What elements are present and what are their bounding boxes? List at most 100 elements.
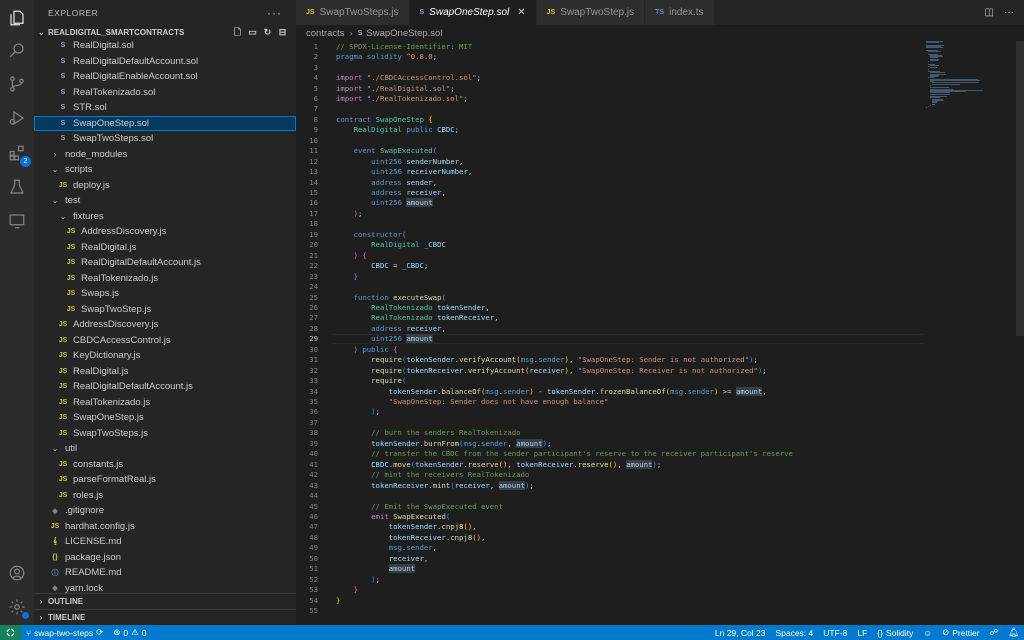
collapse-all-icon[interactable]: ⊟: [277, 27, 288, 38]
solidity-file-icon: S: [60, 42, 66, 50]
tree-file[interactable]: JS RealTokenizado.js: [34, 271, 296, 287]
breadcrumb-file[interactable]: SwapOneStep.sol: [366, 28, 442, 39]
tree-file[interactable]: JS RealDigitalDefaultAccount.js: [34, 255, 296, 271]
tree-file[interactable]: JS RealDigital.js: [34, 240, 296, 256]
tree-file[interactable]: {} package.json: [34, 550, 296, 566]
tree-file[interactable]: 𝄞 LICENSE.md: [34, 534, 296, 550]
code-line: 15 address receiver,: [296, 187, 446, 197]
braces-icon: {}: [877, 627, 883, 638]
problems-indicator[interactable]: ⊗ 0 ⚠ 0: [108, 627, 151, 638]
more-actions-icon[interactable]: ···: [1004, 7, 1014, 18]
tree-file[interactable]: JS SwapTwoStep.js: [34, 302, 296, 318]
tree-file[interactable]: JS SwapOneStep.js: [34, 410, 296, 426]
file-tree: S RealDigital.sol S RealDigitalDefaultAccou…: [34, 38, 296, 596]
editor-scrollbar[interactable]: [1016, 41, 1024, 336]
timeline-section[interactable]: › TIMELINE: [34, 609, 296, 624]
tab-swaptwostep-js[interactable]: JS SwapTwoStep.js: [536, 0, 646, 25]
tree-file[interactable]: S STR.sol: [34, 100, 296, 116]
encoding[interactable]: UTF-8: [818, 628, 852, 638]
language-mode[interactable]: {} Solidity: [872, 628, 918, 638]
line-number: 55: [309, 606, 318, 616]
code-line: 42 // mint the receivers RealTokenizado: [296, 469, 529, 479]
tab-index-ts[interactable]: TS index.ts: [645, 0, 715, 25]
tree-file[interactable]: S RealTokenizado.sol: [34, 85, 296, 101]
tree-file[interactable]: JS constants.js: [34, 457, 296, 473]
account-icon[interactable]: [7, 563, 27, 583]
close-icon[interactable]: ✕: [517, 7, 525, 18]
tree-file[interactable]: S SwapOneStep.sol: [34, 115, 296, 131]
code-line: 17 );: [296, 208, 362, 218]
remote-indicator[interactable]: [0, 625, 21, 640]
solidity-file-icon: S: [60, 88, 66, 96]
code-line: 53 }: [296, 584, 358, 594]
tree-item-label: package.json: [65, 551, 121, 563]
code-line: 7: [296, 104, 318, 114]
tree-file[interactable]: JS KeyDictionary.js: [34, 348, 296, 364]
line-number: 4: [313, 73, 318, 83]
notifications-bell-icon[interactable]: 🔔︎: [1003, 627, 1024, 638]
search-icon[interactable]: [7, 40, 27, 60]
branch-indicator[interactable]: ⑂ swap-two-steps ⟳: [21, 627, 108, 638]
tab-swaptwosteps-js[interactable]: JS SwapTwoSteps.js: [296, 0, 410, 25]
solidity-file-icon: S: [60, 104, 66, 112]
tree-file[interactable]: JS Swaps.js: [34, 286, 296, 302]
code-text: contract SwapOneStep {: [336, 114, 433, 124]
tree-file[interactable]: JS deploy.js: [34, 178, 296, 194]
tree-file[interactable]: JS AddressDiscovery.js: [34, 224, 296, 240]
copilot-icon[interactable]: ☺: [918, 628, 937, 638]
formatter[interactable]: ⊘ Prettier: [937, 627, 985, 638]
outline-section[interactable]: › OUTLINE: [34, 593, 296, 608]
minimap[interactable]: [926, 41, 1016, 111]
end-of-line[interactable]: LF: [852, 628, 872, 638]
run-debug-icon[interactable]: [7, 108, 27, 128]
tree-folder[interactable]: ⌄ util: [34, 441, 296, 457]
code-text: address receiver,: [371, 323, 446, 333]
tree-file[interactable]: JS hardhat.config.js: [34, 519, 296, 535]
testing-icon[interactable]: [7, 177, 27, 197]
tree-file[interactable]: S RealDigital.sol: [34, 38, 296, 54]
new-file-icon[interactable]: 🗋: [232, 27, 243, 38]
tree-file[interactable]: ⓘ README.md: [34, 565, 296, 581]
tab-swaponestep-sol[interactable]: S SwapOneStep.sol ✕: [409, 0, 537, 25]
refresh-icon[interactable]: ↻: [262, 27, 273, 38]
tree-file[interactable]: JS CBDCAccessControl.js: [34, 333, 296, 349]
tree-file[interactable]: JS parseFormatReal.js: [34, 472, 296, 488]
tree-item-label: util: [65, 443, 78, 455]
explorer-icon[interactable]: [7, 8, 27, 28]
js-file-icon: JS: [58, 367, 68, 375]
code-line: 2 pragma solidity ^0.8.0;: [296, 51, 438, 61]
breadcrumb-folder[interactable]: contracts: [306, 28, 345, 39]
tree-item-label: SwapOneStep.sol: [73, 117, 150, 129]
tree-folder[interactable]: ⌄ fixtures: [34, 209, 296, 225]
tree-file[interactable]: JS RealDigitalDefaultAccount.js: [34, 379, 296, 395]
code-text: constructor(: [353, 229, 407, 239]
source-control-icon[interactable]: [7, 74, 27, 94]
tree-folder[interactable]: › node_modules: [34, 147, 296, 163]
tree-file[interactable]: S RealDigitalEnableAccount.sol: [34, 69, 296, 85]
remote-explorer-icon[interactable]: [7, 211, 27, 231]
tree-file[interactable]: S SwapTwoSteps.sol: [34, 131, 296, 147]
split-editor-icon[interactable]: ◫: [985, 7, 994, 18]
indentation[interactable]: Spaces: 4: [770, 628, 818, 638]
tree-file[interactable]: JS RealTokenizado.js: [34, 395, 296, 411]
code-line: 34 tokenSender.balanceOf(msg.sender) - t…: [296, 386, 767, 396]
minimap-line: [930, 84, 932, 86]
branch-name: swap-two-steps: [34, 627, 94, 638]
tree-folder[interactable]: ⌄ test: [34, 193, 296, 209]
tree-folder[interactable]: ⌄ scripts: [34, 162, 296, 178]
tree-file[interactable]: JS SwapTwoSteps.js: [34, 426, 296, 442]
tree-file[interactable]: JS roles.js: [34, 488, 296, 504]
tree-file[interactable]: S RealDigitalDefaultAccount.sol: [34, 54, 296, 70]
manage-gear-icon[interactable]: [7, 597, 29, 619]
tree-file[interactable]: JS AddressDiscovery.js: [34, 317, 296, 333]
more-actions-icon[interactable]: ···: [267, 6, 282, 20]
code-text: uint256 senderNumber,: [371, 156, 464, 166]
tree-file[interactable]: JS RealDigital.js: [34, 364, 296, 380]
tree-file[interactable]: ◆ .gitignore: [34, 503, 296, 519]
extensions-icon[interactable]: 2: [7, 143, 31, 167]
new-folder-icon[interactable]: ▭: [247, 27, 258, 38]
feedback-icon[interactable]: ☍: [985, 627, 1004, 638]
code-line: 40 // transfer the CBDC from the sender …: [296, 449, 793, 459]
chevron-down-icon: ⌄: [51, 165, 59, 175]
cursor-position[interactable]: Ln 29, Col 23: [710, 628, 771, 638]
